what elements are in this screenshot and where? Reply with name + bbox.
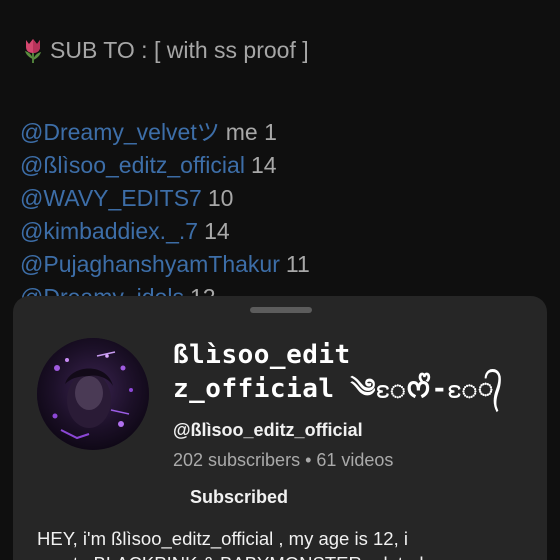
channel-name: ßlìsoo_edit z_official ༄ႄᰔᩚ-ႄ᭄: [173, 338, 543, 406]
channel-mention-link[interactable]: @kimbaddiex._.7: [20, 218, 198, 244]
tag-row: @Dreamy_velvetツ me 1: [20, 116, 550, 149]
screen: SUB TO : [ with ss proof ] @Dreamy_velve…: [0, 0, 560, 560]
tag-list: @Dreamy_velvetツ me 1 @ßlìsoo_editz_offici…: [20, 116, 550, 314]
tag-value: me 1: [225, 119, 277, 145]
tulip-icon: [20, 36, 46, 64]
channel-name-line: ßlìsoo_edit: [173, 340, 351, 370]
channel-handle: @ßlìsoo_editz_official: [173, 420, 363, 440]
subscribed-button[interactable]: Subscribed: [181, 480, 297, 514]
description-line: create BLACKPINK & BABYMONSTER related: [37, 551, 537, 560]
channel-stats: 202 subscribers • 61 videos: [173, 450, 394, 470]
channel-avatar[interactable]: [37, 338, 149, 450]
tag-row: @WAVY_EDITS7 10: [20, 182, 550, 215]
tag-value: 14: [204, 218, 230, 244]
tag-value: 14: [250, 152, 277, 178]
sheet-drag-handle[interactable]: [250, 307, 312, 313]
sub-to-text: SUB TO : [ with ss proof ]: [50, 36, 309, 63]
channel-name-line: z_official ༄ႄᰔᩚ-ႄ᭄: [173, 374, 503, 404]
tag-row: @PujaghanshyamThakur 11: [20, 248, 550, 281]
channel-description: HEY, i'm ßlìsoo_editz_official , my age …: [37, 526, 537, 560]
comment-text: SUB TO : [ with ss proof ] @Dreamy_velve…: [20, 30, 550, 314]
channel-mention-link[interactable]: @PujaghanshyamThakur: [20, 251, 280, 277]
channel-mention-link[interactable]: @ßlìsoo_editz_official: [20, 152, 245, 178]
channel-mention-link[interactable]: @Dreamy_velvetツ: [20, 119, 220, 145]
sub-to-line: SUB TO : [ with ss proof ]: [20, 30, 550, 70]
tag-value: 11: [285, 251, 310, 277]
tag-row: @ßlìsoo_editz_official 14: [20, 149, 550, 182]
tag-value: 10: [207, 185, 234, 211]
tag-row: @kimbaddiex._.7 14: [20, 215, 550, 248]
channel-mention-link[interactable]: @WAVY_EDITS7: [20, 185, 202, 211]
description-line: HEY, i'm ßlìsoo_editz_official , my age …: [37, 528, 408, 549]
channel-preview-sheet: ßlìsoo_edit z_official ༄ႄᰔᩚ-ႄ᭄ @ßlìsoo_e…: [13, 296, 547, 560]
